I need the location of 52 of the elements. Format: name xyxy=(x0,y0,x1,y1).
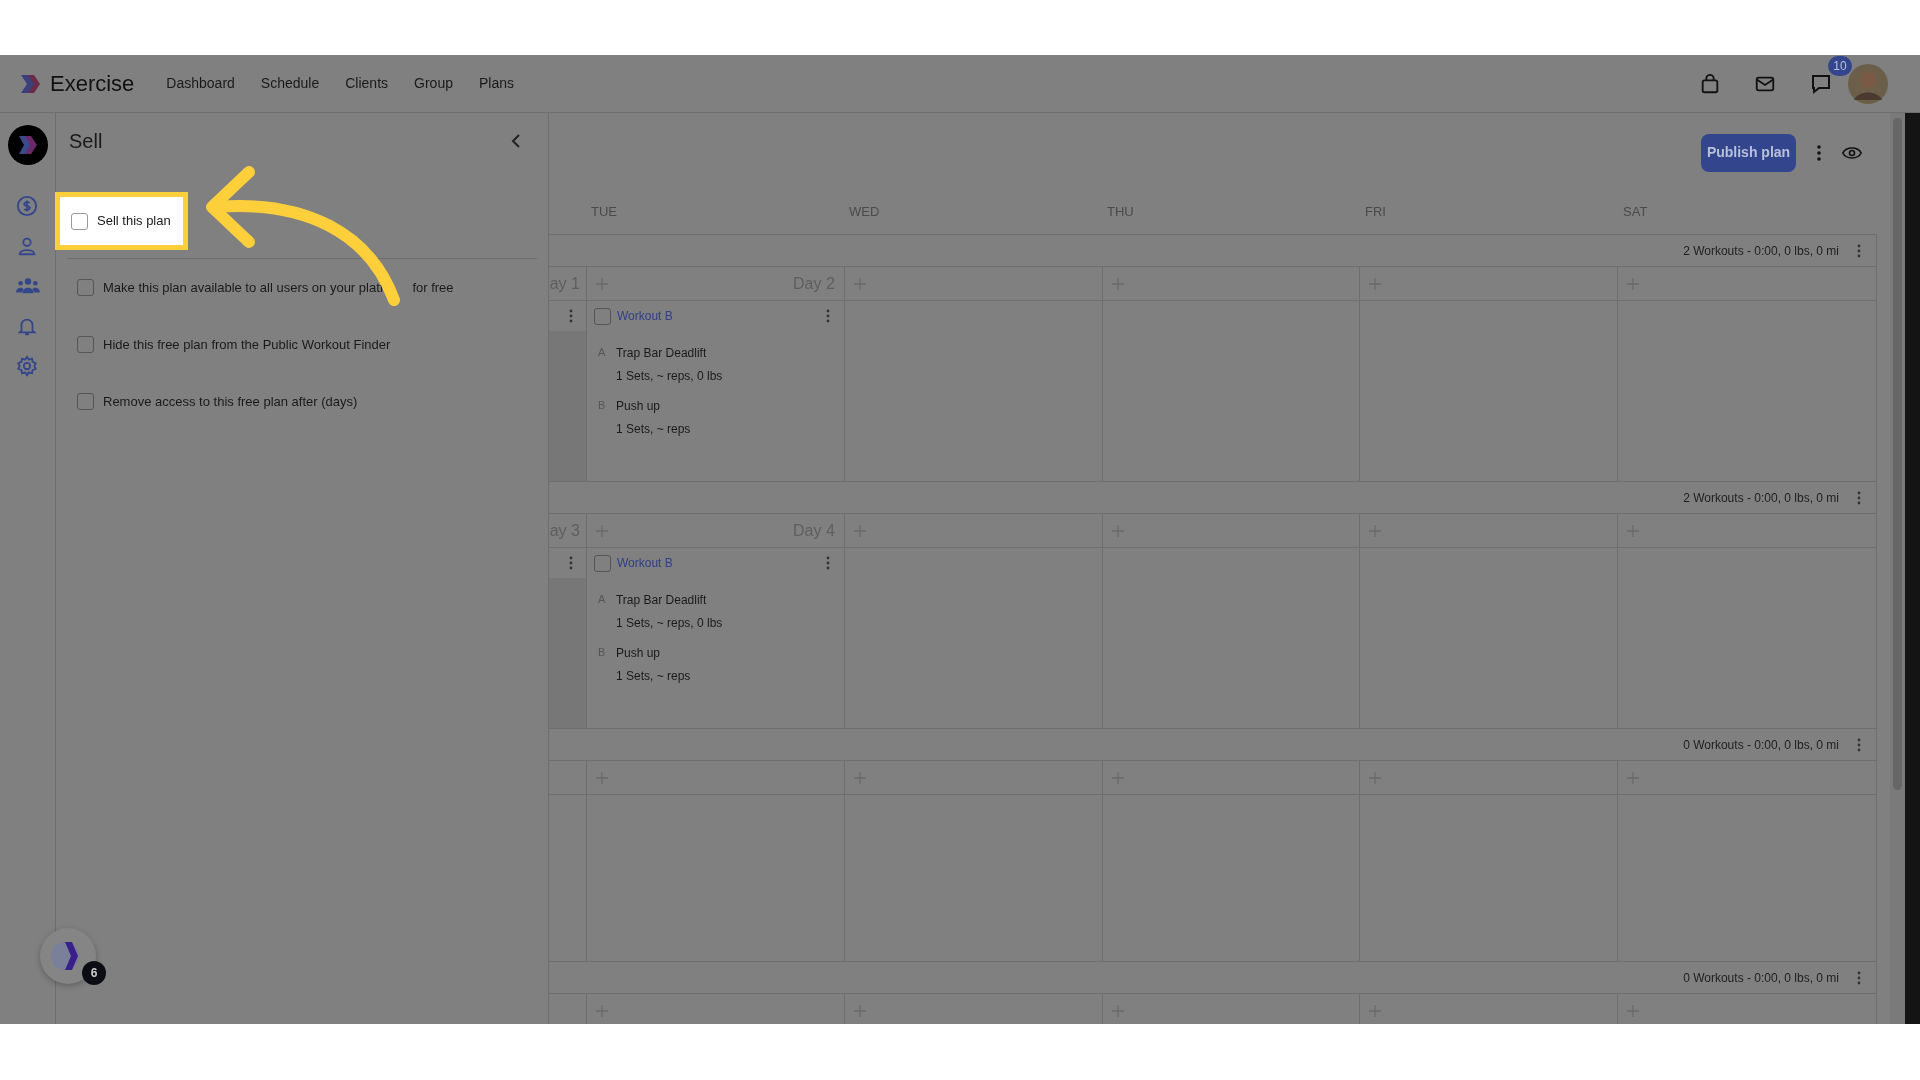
exercise-name: Push up xyxy=(615,398,661,415)
week-summary: 2 Workouts - 0:00, 0 lbs, 0 mi xyxy=(1683,489,1839,507)
nav-link[interactable]: Clients xyxy=(345,73,389,94)
option-label: for free xyxy=(412,278,454,297)
exercise-detail: 1 Sets, ~ reps, 0 lbs xyxy=(615,368,723,385)
exercise-name: Trap Bar Deadlift xyxy=(615,345,708,362)
more-icon[interactable] xyxy=(568,556,573,570)
panel-title: Sell xyxy=(69,129,103,154)
option-row[interactable]: Remove access to this free plan after (days) xyxy=(56,373,548,430)
nav-link[interactable]: Group xyxy=(414,73,453,94)
nav-link[interactable]: Dashboard xyxy=(166,73,235,94)
week-summary: 0 Workouts - 0:00, 0 lbs, 0 mi xyxy=(1683,969,1839,987)
checkbox[interactable] xyxy=(77,393,94,410)
option-label: Remove access to this free plan after (days) xyxy=(103,392,358,411)
publish-plan-button[interactable]: Publish plan xyxy=(1701,133,1796,172)
more-icon[interactable] xyxy=(1857,970,1861,985)
more-icon[interactable] xyxy=(1816,143,1822,162)
more-icon[interactable] xyxy=(825,556,830,570)
exercise-detail: 1 Sets, ~ reps xyxy=(615,421,691,438)
notification-badge: 10 xyxy=(1828,55,1852,76)
collapse-icon[interactable] xyxy=(510,133,522,149)
brand-name: Exercise xyxy=(50,70,135,98)
option-label: Sell this plan xyxy=(97,212,171,231)
nav-link[interactable]: Plans xyxy=(478,73,514,94)
more-icon[interactable] xyxy=(568,309,573,323)
shopping-bag-icon[interactable] xyxy=(1699,72,1721,95)
workout-link[interactable]: Workout B xyxy=(616,554,820,572)
checkbox[interactable] xyxy=(593,307,611,325)
exercise-name: Trap Bar Deadlift xyxy=(615,592,708,609)
scrollbar-track[interactable] xyxy=(1890,113,1905,1024)
workout-link[interactable]: Workout B xyxy=(616,307,820,325)
settings-icon[interactable] xyxy=(15,355,38,377)
avatar[interactable] xyxy=(1848,63,1888,104)
exercise-detail: 1 Sets, ~ reps xyxy=(615,668,691,685)
option-label: Hide this free plan from the Public Workout Finder xyxy=(103,335,391,354)
more-icon[interactable] xyxy=(1857,490,1861,505)
exercise-name: Push up xyxy=(615,645,661,662)
dollar-icon[interactable] xyxy=(15,195,38,217)
more-icon[interactable] xyxy=(1857,737,1861,752)
nav-link[interactable]: Schedule xyxy=(260,73,320,94)
eye-icon[interactable] xyxy=(1842,144,1862,161)
more-icon[interactable] xyxy=(1857,243,1861,258)
checkbox[interactable] xyxy=(71,212,88,230)
app-logo-icon[interactable] xyxy=(7,125,48,165)
week-summary: 0 Workouts - 0:00, 0 lbs, 0 mi xyxy=(1683,736,1839,754)
checkbox[interactable] xyxy=(77,279,94,296)
more-icon[interactable] xyxy=(825,309,830,323)
checkbox[interactable] xyxy=(77,336,94,353)
checkbox[interactable] xyxy=(593,554,611,572)
option-row[interactable]: Hide this free plan from the Public Workout Finder xyxy=(56,316,548,373)
week-summary: 2 Workouts - 0:00, 0 lbs, 0 mi xyxy=(1683,242,1839,260)
exercise-detail: 1 Sets, ~ reps, 0 lbs xyxy=(615,615,723,632)
